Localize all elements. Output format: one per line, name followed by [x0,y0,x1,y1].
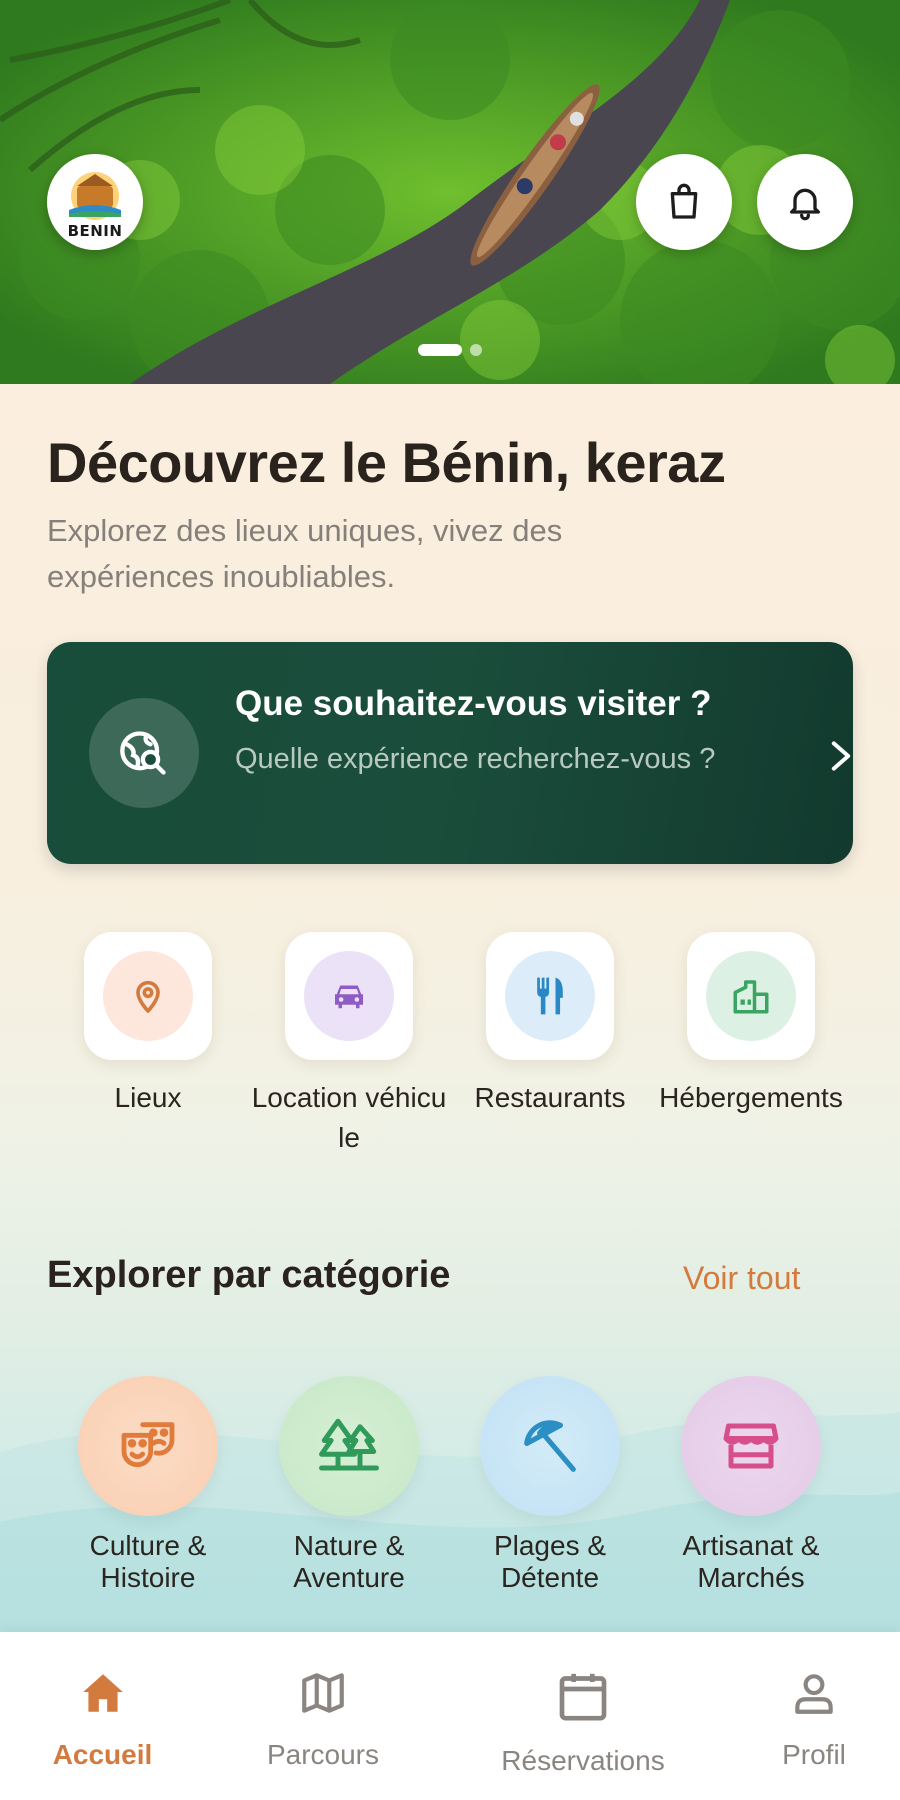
category-label-line2: Marchés [697,1562,805,1593]
notifications-button[interactable] [757,154,853,250]
category-label-line1: Artisanat & [682,1530,820,1561]
see-all-link[interactable]: Voir tout [683,1260,800,1297]
nav-item-reservations[interactable]: Réservations [488,1668,678,1777]
building-icon [733,980,769,1014]
quick-action-hebergements[interactable]: Hébergements [651,932,851,1118]
category-label-line1: Culture & [89,1530,207,1561]
page-title: Découvrez le Bénin, keraz [47,431,726,494]
nav-item-accueil[interactable]: Accueil [50,1668,155,1771]
bottom-navigation: Accueil Parcours Réservations Profil [0,1632,900,1800]
quick-action-location-vehicule[interactable]: Location véhicule [249,932,449,1158]
bell-icon [790,188,820,221]
search-title: Que souhaitez-vous visiter ? [235,684,712,723]
storefront-icon [723,1423,779,1469]
nav-label: Parcours [266,1739,380,1770]
category-artisanat-marches[interactable]: Artisanat & Marchés [651,1376,851,1594]
calendar-icon [559,1673,607,1721]
page-subtitle: Explorez des lieux uniques, vivez des ex… [47,513,563,594]
person-icon [795,1674,833,1714]
search-icon-container [89,698,199,808]
quick-action-tile [687,932,815,1060]
quick-action-tile [486,932,614,1060]
location-pin-icon [136,980,160,1013]
quick-action-restaurants[interactable]: Restaurants [450,932,650,1118]
nav-label: Profil [782,1739,846,1770]
nav-label: Réservations [501,1745,665,1776]
quick-action-label: Location véhicule [251,1082,447,1153]
logo-text: BENIN [67,222,123,240]
nav-item-profil[interactable]: Profil [774,1668,854,1771]
category-label-line1: Plages & [493,1530,607,1561]
map-icon [302,1673,344,1713]
quick-action-circle [304,951,394,1041]
quick-action-tile [285,932,413,1060]
search-card[interactable]: Que souhaitez-vous visiter ? Quelle expé… [47,642,853,864]
category-plages-detente[interactable]: Plages & Détente [450,1376,650,1594]
category-circle [681,1376,821,1516]
quick-action-label: Lieux [114,1082,182,1113]
quick-action-circle [706,951,796,1041]
carousel-indicator[interactable] [0,344,900,356]
category-circle [78,1376,218,1516]
shopping-bag-icon [670,183,698,219]
car-icon [335,985,363,1009]
hero-banner[interactable]: BENIN [0,0,900,384]
quick-action-label: Hébergements [659,1082,843,1113]
quick-action-circle [505,951,595,1041]
category-nature-aventure[interactable]: Nature & Aventure [249,1376,449,1594]
chevron-right-icon [831,741,851,771]
beach-umbrella-icon [524,1420,576,1472]
trees-icon [319,1418,379,1471]
category-label-line1: Nature & [293,1530,405,1561]
globe-search-icon [120,731,166,775]
benin-logo: BENIN [47,154,143,250]
quick-action-lieux[interactable]: Lieux [48,932,248,1118]
quick-action-circle [103,951,193,1041]
carousel-dot[interactable] [470,344,482,356]
fork-knife-icon [537,977,563,1015]
category-label-line2: Histoire [100,1562,196,1593]
theater-masks-icon [121,1422,175,1468]
home-icon [82,1674,123,1712]
nav-label: Accueil [52,1739,153,1770]
main-content: Découvrez le Bénin, keraz Explorez des l… [0,384,900,1632]
quick-action-label: Restaurants [474,1082,626,1113]
category-culture-histoire[interactable]: Culture & Histoire [48,1376,248,1594]
category-label-line2: Détente [500,1562,600,1593]
category-circle [480,1376,620,1516]
category-circle [279,1376,419,1516]
search-subtitle: Quelle expérience recherchez-vous ? [235,743,716,775]
carousel-dot-active[interactable] [418,344,462,356]
quick-action-tile [84,932,212,1060]
section-title: Explorer par catégorie [47,1254,451,1296]
category-label-line2: Aventure [293,1562,405,1593]
shopping-bag-button[interactable] [636,154,732,250]
nav-item-parcours[interactable]: Parcours [258,1668,388,1771]
